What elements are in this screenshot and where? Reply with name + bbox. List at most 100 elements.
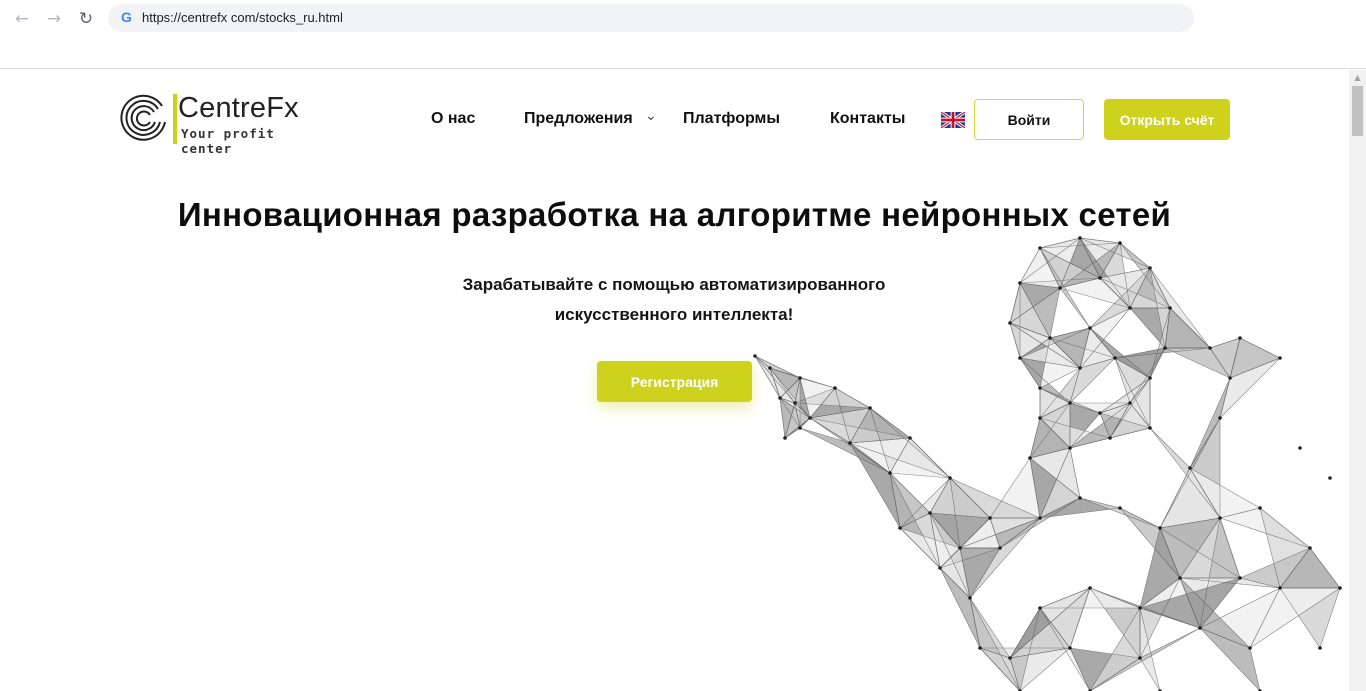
browser-toolbar: ← → ↻ G https://centrefx com/stocks_ru.h… — [0, 0, 1366, 69]
polygon-node — [1228, 376, 1232, 380]
polygon-node — [1238, 576, 1242, 580]
polygon-node — [1308, 546, 1312, 550]
polygon-node — [1038, 606, 1042, 610]
polygon-node — [793, 401, 797, 405]
scroll-thumb[interactable] — [1352, 86, 1363, 136]
polygon-node — [908, 436, 912, 440]
polygon-human-illustration — [753, 236, 1342, 691]
nav-offers[interactable]: Предложения — [524, 110, 633, 128]
nav-contacts[interactable]: Контакты — [830, 110, 905, 128]
polygon-node — [888, 471, 892, 475]
polygon-node — [783, 436, 787, 440]
polygon-node — [1338, 586, 1342, 590]
polygon-edge — [1079, 497, 1161, 529]
polygon-node — [1038, 246, 1042, 250]
polygon-node — [1078, 366, 1082, 370]
logo-tagline: Your profit center — [181, 126, 275, 156]
polygon-node — [948, 476, 952, 480]
polygon-node — [1068, 646, 1072, 650]
polygon-node — [1118, 241, 1122, 245]
polygon-node — [898, 526, 902, 530]
back-button[interactable]: ← — [11, 8, 33, 30]
polygon-node — [1098, 411, 1102, 415]
scroll-up-icon[interactable]: ▲ — [1349, 70, 1366, 86]
polygon-node — [1008, 656, 1012, 660]
polygon-node — [1068, 401, 1072, 405]
reload-icon: ↻ — [78, 9, 94, 29]
arrow-left-icon: ← — [14, 9, 30, 29]
polygon-node — [968, 596, 972, 600]
polygon-node — [1018, 281, 1022, 285]
register-button[interactable]: Регистрация — [597, 361, 752, 402]
address-bar[interactable]: G https://centrefx com/stocks_ru.html — [108, 4, 1194, 32]
polygon-node — [1088, 326, 1092, 330]
logo-rings-icon — [120, 94, 166, 141]
polygon-node — [988, 516, 992, 520]
polygon-edge — [969, 597, 1021, 691]
polygon-node — [768, 366, 772, 370]
reload-button[interactable]: ↻ — [75, 8, 97, 30]
polygon-node — [1068, 446, 1072, 450]
polygon-node — [958, 546, 962, 550]
polygon-node — [1128, 306, 1132, 310]
polygon-edge — [1149, 427, 1191, 469]
polygon-node — [1048, 336, 1052, 340]
polygon-node — [1138, 606, 1142, 610]
polygon-node — [998, 546, 1002, 550]
polygon-node — [1178, 576, 1182, 580]
polygon-node — [1318, 646, 1322, 650]
site-logo[interactable]: CentreFx Your profit center — [118, 92, 318, 156]
url-text[interactable]: https://centrefx com/stocks_ru.html — [142, 10, 343, 25]
page-scrollbar[interactable]: ▲ — [1349, 70, 1366, 691]
polygon-node — [1158, 526, 1162, 530]
polygon-node — [1198, 626, 1202, 630]
polygon-node — [1148, 426, 1152, 430]
logo-divider — [173, 94, 177, 144]
polygon-node — [753, 354, 757, 358]
polygon-node — [1128, 401, 1132, 405]
polygon-node — [1088, 586, 1092, 590]
polygon-node — [833, 386, 837, 390]
arrow-right-icon: → — [46, 9, 62, 29]
polygon-node — [848, 441, 852, 445]
polygon-node — [1163, 346, 1167, 350]
login-button[interactable]: Войти — [974, 99, 1084, 140]
polygon-node — [928, 511, 932, 515]
chevron-down-icon[interactable]: ⌄ — [645, 108, 657, 124]
polygon-node — [778, 396, 782, 400]
polygon-node — [868, 406, 872, 410]
polygon-node — [938, 566, 942, 570]
uk-flag-icon[interactable] — [941, 112, 965, 128]
polygon-node — [1148, 266, 1152, 270]
polygon-node — [1278, 586, 1282, 590]
open-account-button[interactable]: Открыть счёт — [1104, 99, 1230, 140]
polygon-node — [1118, 506, 1122, 510]
polygon-node — [1188, 466, 1192, 470]
polygon-node — [1168, 306, 1172, 310]
polygon-node — [1298, 446, 1302, 450]
polygon-node — [1238, 336, 1242, 340]
polygon-node — [1028, 456, 1032, 460]
polygon-node — [1078, 236, 1082, 240]
polygon-node — [1008, 321, 1012, 325]
nav-about[interactable]: О нас — [431, 110, 475, 128]
polygon-node — [1098, 276, 1102, 280]
polygon-node — [1058, 286, 1062, 290]
nav-platforms[interactable]: Платформы — [683, 110, 780, 128]
polygon-node — [1113, 356, 1117, 360]
polygon-node — [1018, 356, 1022, 360]
polygon-node — [1258, 506, 1262, 510]
polygon-node — [798, 426, 802, 430]
polygon-node — [1208, 346, 1212, 350]
polygon-node — [1148, 376, 1152, 380]
forward-button[interactable]: → — [43, 8, 65, 30]
polygon-node — [1038, 386, 1042, 390]
polygon-node — [1078, 496, 1082, 500]
polygon-node — [1218, 516, 1222, 520]
logo-name: CentreFx — [178, 92, 299, 124]
polygon-node — [808, 416, 812, 420]
polygon-node — [1138, 656, 1142, 660]
polygon-node — [1328, 476, 1332, 480]
polygon-node — [1038, 416, 1042, 420]
google-favicon-icon: G — [121, 9, 132, 25]
